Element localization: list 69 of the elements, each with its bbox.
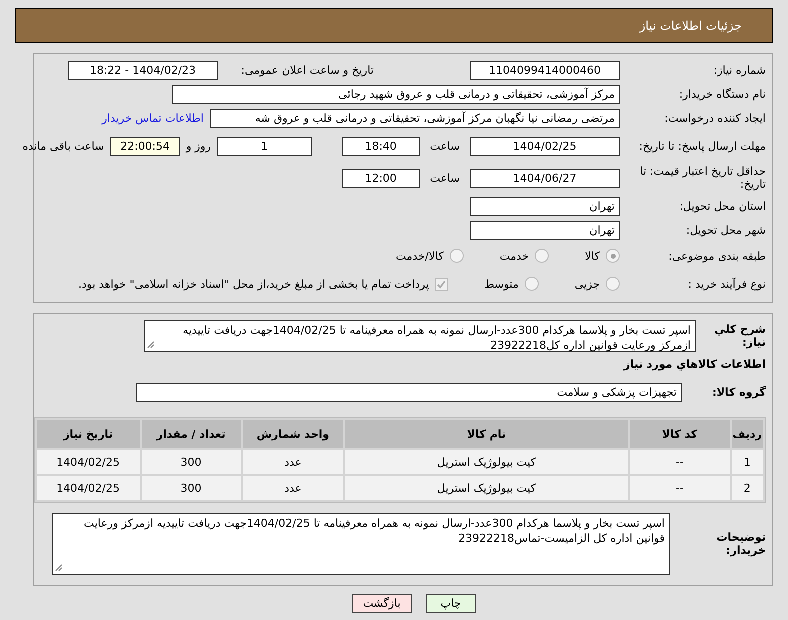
field-label: شماره نیاز:	[712, 64, 766, 76]
remaining-label: ساعت باقی مانده	[22, 140, 104, 152]
time-label: ساعت	[430, 172, 460, 184]
field-label: توضیحات خریدار:	[716, 531, 766, 557]
city-field[interactable]: تهران	[470, 220, 620, 240]
radio-button[interactable]	[524, 277, 539, 291]
table-cell: کیت بیولوژیک استریل	[345, 450, 628, 474]
field-label: حداقل تاریخ اعتبار قیمت: تا تاریخ:	[639, 165, 766, 191]
buyer-notes-field[interactable]: اسپر تست بخار و پلاسما هرکدام 300عدد-ارسال نمونه به همراه معرفینامه تا 1404/02/25جهت دریافت تاییدیه ازمرکز ورعایت قوانین اداره کل الزامیست-تماس23922218	[52, 513, 670, 575]
resize-grip-icon[interactable]	[55, 564, 63, 572]
table-cell: 2	[732, 476, 763, 500]
deadline-time-field[interactable]: 18:40	[342, 136, 420, 156]
description-field[interactable]: اسپر تست بخار و پلاسما هرکدام 300عدد-ارسال نمونه به همراه معرفینامه تا 1404/02/25جهت دریافت تاییدیه ازمرکز ورعایت قوانین اداره کل23922218	[144, 320, 696, 352]
radio-button[interactable]	[450, 249, 464, 263]
table-cell: کیت بیولوژیک استریل	[345, 476, 628, 500]
section-title: اطلاعات کالاهاي مورد نياز	[622, 358, 766, 371]
field-label: گروه کالا:	[711, 386, 766, 398]
table-cell: 300	[142, 450, 242, 474]
radio-label: جزیی	[574, 278, 600, 290]
table-cell: --	[630, 450, 730, 474]
field-label: نوع فرآیند خرید :	[687, 278, 766, 290]
radio-button[interactable]	[606, 277, 620, 291]
radio-label: خدمت	[500, 250, 530, 262]
print-button[interactable]: چاپ	[426, 594, 476, 613]
validity-date-field[interactable]: 1404/06/27	[470, 168, 620, 188]
field-label: مهلت ارسال پاسخ: تا تاریخ:	[638, 140, 766, 152]
radio-label: متوسط	[484, 278, 519, 290]
checkbox-label: پرداخت تمام یا بخشی از مبلغ خرید،از محل "اسناد خزانه اسلامی" خواهد بود.	[78, 278, 430, 290]
radio-button[interactable]	[606, 249, 620, 263]
field-label: ایجاد کننده درخواست:	[664, 112, 766, 124]
radio-label: کالا/خدمت	[396, 250, 444, 262]
column-header: تعداد / مقدار	[142, 420, 242, 448]
deadline-date-field[interactable]: 1404/02/25	[470, 136, 620, 156]
page-title: جزئیات اطلاعات نیاز	[15, 8, 773, 43]
resize-grip-icon[interactable]	[147, 341, 155, 349]
table-cell: 1404/02/25	[37, 476, 140, 500]
time-label: ساعت	[430, 140, 460, 152]
column-header: کد کالا	[630, 420, 730, 448]
days-field[interactable]: 1	[217, 136, 312, 156]
back-button[interactable]: بازگشت	[352, 594, 412, 613]
radio-button[interactable]	[535, 249, 550, 263]
field-label: تاریخ و ساعت اعلان عمومی:	[240, 64, 374, 76]
contact-link[interactable]: اطلاعات تماس خریدار	[102, 112, 204, 124]
days-label: روز و	[186, 140, 212, 152]
need-number-field[interactable]: 1104099414000460	[470, 60, 620, 80]
announce-date-field[interactable]: 1404/02/23 - 18:22	[68, 60, 218, 80]
column-header: ردیف	[732, 420, 763, 448]
field-label: شرح کلي نياز:	[714, 323, 766, 349]
field-label: طبقه بندی موضوعی:	[668, 250, 766, 262]
table-cell: عدد	[243, 476, 344, 500]
goods-group-field[interactable]: تجهیزات پزشکی و سلامت	[136, 382, 682, 402]
table-cell: --	[630, 476, 730, 500]
field-label: نام دستگاه خریدار:	[678, 88, 766, 100]
buyer-field[interactable]: مرکز آموزشی، تحقیقاتی و درمانی قلب و عروق شهید رجائی	[172, 84, 620, 104]
remaining-time-field: 22:00:54	[110, 136, 180, 156]
table-cell: 1	[732, 450, 763, 474]
field-label: شهر محل تحویل:	[685, 224, 766, 236]
requester-field[interactable]: مرتضی رمضانی نیا نگهبان مرکز آموزشی، تحقیقاتی و درمانی قلب و عروق شه	[210, 108, 620, 128]
radio-label: کالا	[585, 250, 600, 262]
field-label: استان محل تحویل:	[678, 200, 766, 212]
table-cell: عدد	[243, 450, 344, 474]
table-cell: 300	[142, 476, 242, 500]
validity-time-field[interactable]: 12:00	[342, 168, 420, 188]
column-header: واحد شمارش	[243, 420, 344, 448]
column-header: نام کالا	[345, 420, 628, 448]
checkbox[interactable]	[435, 278, 448, 290]
column-header: تاریخ نیاز	[37, 420, 140, 448]
table-cell: 1404/02/25	[37, 450, 140, 474]
province-field[interactable]: تهران	[470, 196, 620, 216]
